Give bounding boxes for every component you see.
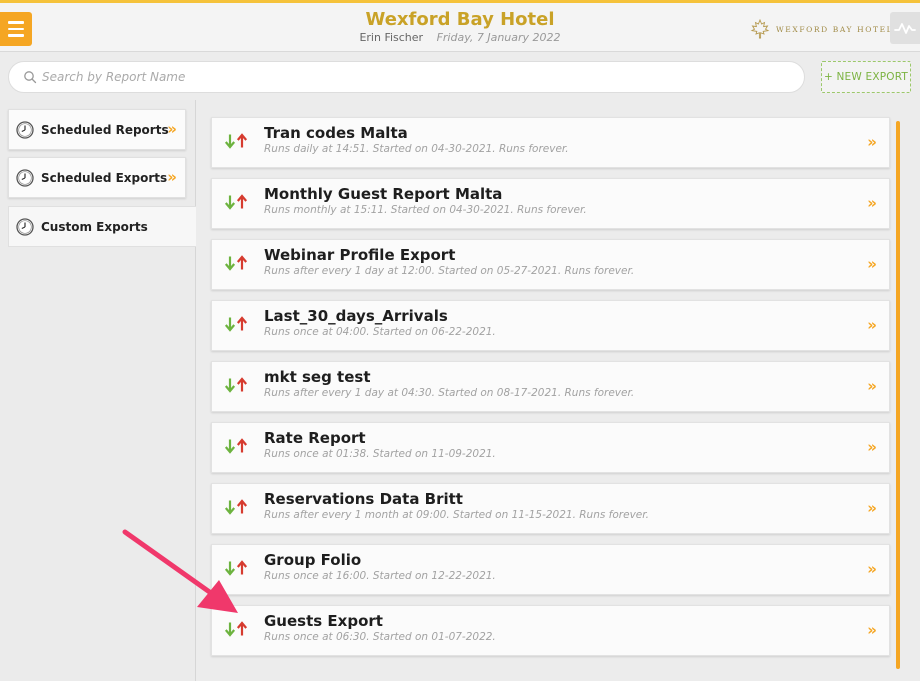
download-upload-arrows-icon xyxy=(224,377,248,393)
export-title: Tran codes Malta xyxy=(264,124,408,142)
double-chevron-right-icon[interactable]: » xyxy=(867,621,877,639)
export-schedule: Runs daily at 14:51. Started on 04-30-20… xyxy=(264,143,569,155)
clock-icon xyxy=(16,120,34,139)
export-row[interactable]: Group Folio Runs once at 16:00. Started o… xyxy=(211,544,890,595)
maple-leaf-icon xyxy=(750,19,770,39)
double-chevron-right-icon[interactable]: » xyxy=(867,499,877,517)
double-chevron-right-icon[interactable]: » xyxy=(867,194,877,212)
export-row[interactable]: Monthly Guest Report Malta Runs monthly a… xyxy=(211,178,890,229)
export-schedule: Runs once at 16:00. Started on 12-22-202… xyxy=(264,570,496,582)
sidebar-item-label: Custom Exports xyxy=(41,219,148,234)
scrollbar[interactable] xyxy=(896,121,900,669)
sidebar-item-label: Scheduled Exports xyxy=(41,170,168,185)
export-schedule: Runs once at 06:30. Started on 01-07-202… xyxy=(264,631,496,643)
activity-button[interactable] xyxy=(890,12,920,44)
double-chevron-right-icon[interactable]: » xyxy=(867,438,877,456)
search-input[interactable] xyxy=(42,70,742,84)
brand-logo: WEXFORD BAY HOTEL xyxy=(750,19,893,39)
export-row[interactable]: Rate Report Runs once at 01:38. Started o… xyxy=(211,422,890,473)
double-chevron-right-icon[interactable]: » xyxy=(867,133,877,151)
export-row[interactable]: Tran codes Malta Runs daily at 14:51. Sta… xyxy=(211,117,890,168)
search-icon xyxy=(24,71,37,84)
export-schedule: Runs after every 1 day at 04:30. Started… xyxy=(264,387,635,399)
download-upload-arrows-icon xyxy=(224,621,248,637)
activity-icon xyxy=(894,23,916,34)
export-row[interactable]: mkt seg test Runs after every 1 day at 04… xyxy=(211,361,890,412)
user-name: Erin Fischer xyxy=(359,31,424,44)
double-chevron-right-icon: » xyxy=(167,120,177,138)
clock-icon xyxy=(16,168,34,187)
header: Wexford Bay Hotel Erin Fischer Friday, 7… xyxy=(0,3,920,52)
download-upload-arrows-icon xyxy=(224,133,248,149)
sidebar-item-label: Scheduled Reports xyxy=(41,122,169,137)
export-title: mkt seg test xyxy=(264,368,371,386)
download-upload-arrows-icon xyxy=(224,194,248,210)
export-title: Reservations Data Britt xyxy=(264,490,463,508)
export-schedule: Runs after every 1 day at 12:00. Started… xyxy=(264,265,635,277)
download-upload-arrows-icon xyxy=(224,499,248,515)
new-export-button[interactable]: + NEW EXPORT xyxy=(821,61,911,93)
sidebar-item-custom-exports[interactable]: Custom Exports xyxy=(8,206,196,247)
export-schedule: Runs after every 1 month at 09:00. Start… xyxy=(264,509,649,521)
export-schedule: Runs monthly at 15:11. Started on 04-30-… xyxy=(264,204,587,216)
download-upload-arrows-icon xyxy=(224,560,248,576)
sidebar-item-scheduled-exports[interactable]: Scheduled Exports » xyxy=(8,157,186,198)
double-chevron-right-icon[interactable]: » xyxy=(867,316,877,334)
sidebar-item-scheduled-reports[interactable]: Scheduled Reports » xyxy=(8,109,186,150)
clock-icon xyxy=(16,217,34,236)
export-title: Group Folio xyxy=(264,551,362,569)
double-chevron-right-icon[interactable]: » xyxy=(867,377,877,395)
download-upload-arrows-icon xyxy=(224,438,248,454)
double-chevron-right-icon: » xyxy=(167,168,177,186)
export-title: Monthly Guest Report Malta xyxy=(264,185,503,203)
export-title: Guests Export xyxy=(264,612,383,630)
search-box[interactable] xyxy=(8,61,805,93)
download-upload-arrows-icon xyxy=(224,316,248,332)
double-chevron-right-icon[interactable]: » xyxy=(867,255,877,273)
export-row[interactable]: Reservations Data Britt Runs after every … xyxy=(211,483,890,534)
double-chevron-right-icon[interactable]: » xyxy=(867,560,877,578)
export-row[interactable]: Guests Export Runs once at 06:30. Started… xyxy=(211,605,890,656)
export-title: Rate Report xyxy=(264,429,366,447)
export-schedule: Runs once at 01:38. Started on 11-09-202… xyxy=(264,448,496,460)
export-row[interactable]: Webinar Profile Export Runs after every 1… xyxy=(211,239,890,290)
export-row[interactable]: Last_30_days_Arrivals Runs once at 04:00.… xyxy=(211,300,890,351)
export-title: Webinar Profile Export xyxy=(264,246,456,264)
export-title: Last_30_days_Arrivals xyxy=(264,307,448,325)
brand-text: WEXFORD BAY HOTEL xyxy=(776,24,894,34)
download-upload-arrows-icon xyxy=(224,255,248,271)
search-row: + NEW EXPORT xyxy=(0,52,920,100)
current-date: Friday, 7 January 2022 xyxy=(436,31,561,44)
export-schedule: Runs once at 04:00. Started on 06-22-202… xyxy=(264,326,496,338)
